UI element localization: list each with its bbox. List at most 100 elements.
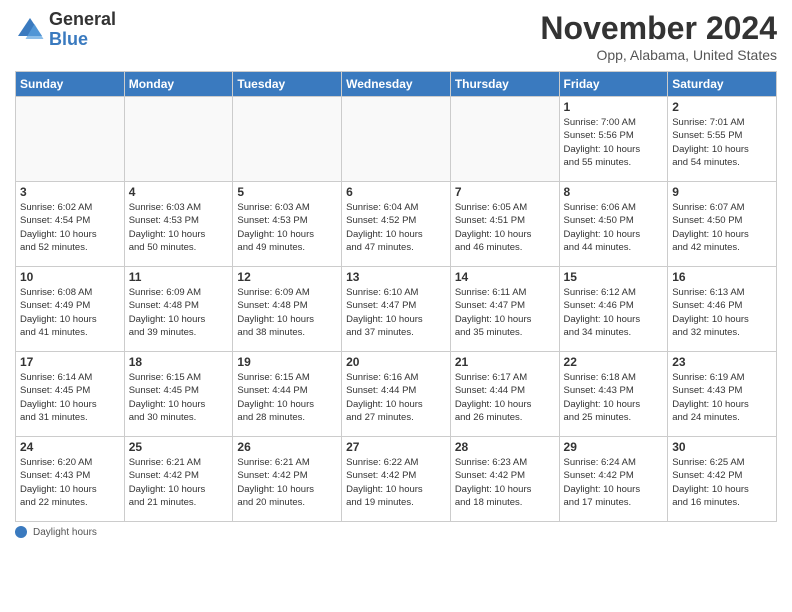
calendar-cell-4-2: 26 Sunrise: 6:21 AM Sunset: 4:42 PM Dayli… <box>233 437 342 522</box>
day-number: 10 <box>20 270 120 284</box>
day-number: 24 <box>20 440 120 454</box>
weekday-header-wednesday: Wednesday <box>342 72 451 97</box>
title-block: November 2024 Opp, Alabama, United State… <box>540 10 777 63</box>
day-number: 26 <box>237 440 337 454</box>
calendar-cell-0-1 <box>124 97 233 182</box>
calendar-cell-0-5: 1Sunrise: 7:00 AM Sunset: 5:56 PM Daylig… <box>559 97 668 182</box>
day-info: Sunrise: 6:06 AM Sunset: 4:50 PM Dayligh… <box>564 201 664 254</box>
day-number: 29 <box>564 440 664 454</box>
day-number: 1 <box>564 100 664 114</box>
day-info: Sunrise: 6:19 AM Sunset: 4:43 PM Dayligh… <box>672 371 772 424</box>
day-info: Sunrise: 7:01 AM Sunset: 5:55 PM Dayligh… <box>672 116 772 169</box>
calendar-week-0: 1Sunrise: 7:00 AM Sunset: 5:56 PM Daylig… <box>16 97 777 182</box>
page-container: General Blue November 2024 Opp, Alabama,… <box>0 0 792 612</box>
calendar-week-1: 3Sunrise: 6:02 AM Sunset: 4:54 PM Daylig… <box>16 182 777 267</box>
day-info: Sunrise: 6:09 AM Sunset: 4:48 PM Dayligh… <box>237 286 337 339</box>
day-number: 5 <box>237 185 337 199</box>
weekday-header-saturday: Saturday <box>668 72 777 97</box>
day-info: Sunrise: 6:09 AM Sunset: 4:48 PM Dayligh… <box>129 286 229 339</box>
day-info: Sunrise: 6:16 AM Sunset: 4:44 PM Dayligh… <box>346 371 446 424</box>
day-number: 17 <box>20 355 120 369</box>
day-number: 21 <box>455 355 555 369</box>
weekday-header-tuesday: Tuesday <box>233 72 342 97</box>
day-info: Sunrise: 6:12 AM Sunset: 4:46 PM Dayligh… <box>564 286 664 339</box>
footer-dot <box>15 526 27 538</box>
calendar-cell-3-3: 20 Sunrise: 6:16 AM Sunset: 4:44 PM Dayli… <box>342 352 451 437</box>
day-info: Sunrise: 6:03 AM Sunset: 4:53 PM Dayligh… <box>237 201 337 254</box>
day-info: Sunrise: 6:02 AM Sunset: 4:54 PM Dayligh… <box>20 201 120 254</box>
day-info: Sunrise: 6:25 AM Sunset: 4:42 PM Dayligh… <box>672 456 772 509</box>
calendar-cell-2-2: 12 Sunrise: 6:09 AM Sunset: 4:48 PM Dayli… <box>233 267 342 352</box>
logo-text: General Blue <box>49 10 116 50</box>
calendar-cell-1-6: 9 Sunrise: 6:07 AM Sunset: 4:50 PM Daylig… <box>668 182 777 267</box>
day-info: Sunrise: 6:15 AM Sunset: 4:45 PM Dayligh… <box>129 371 229 424</box>
header: General Blue November 2024 Opp, Alabama,… <box>15 10 777 63</box>
calendar-week-3: 17 Sunrise: 6:14 AM Sunset: 4:45 PM Dayli… <box>16 352 777 437</box>
calendar-cell-3-2: 19Sunrise: 6:15 AM Sunset: 4:44 PM Dayli… <box>233 352 342 437</box>
calendar-cell-3-6: 23 Sunrise: 6:19 AM Sunset: 4:43 PM Dayli… <box>668 352 777 437</box>
day-info: Sunrise: 6:21 AM Sunset: 4:42 PM Dayligh… <box>237 456 337 509</box>
day-info: Sunrise: 6:10 AM Sunset: 4:47 PM Dayligh… <box>346 286 446 339</box>
calendar-cell-2-6: 16 Sunrise: 6:13 AM Sunset: 4:46 PM Dayli… <box>668 267 777 352</box>
calendar-cell-4-3: 27Sunrise: 6:22 AM Sunset: 4:42 PM Dayli… <box>342 437 451 522</box>
calendar-cell-2-5: 15Sunrise: 6:12 AM Sunset: 4:46 PM Dayli… <box>559 267 668 352</box>
calendar-cell-1-5: 8 Sunrise: 6:06 AM Sunset: 4:50 PM Daylig… <box>559 182 668 267</box>
day-number: 27 <box>346 440 446 454</box>
day-number: 12 <box>237 270 337 284</box>
month-title: November 2024 <box>540 10 777 47</box>
day-number: 6 <box>346 185 446 199</box>
calendar-cell-2-0: 10 Sunrise: 6:08 AM Sunset: 4:49 PM Dayli… <box>16 267 125 352</box>
day-number: 4 <box>129 185 229 199</box>
day-number: 7 <box>455 185 555 199</box>
calendar-cell-4-4: 28Sunrise: 6:23 AM Sunset: 4:42 PM Dayli… <box>450 437 559 522</box>
calendar-cell-3-1: 18 Sunrise: 6:15 AM Sunset: 4:45 PM Dayli… <box>124 352 233 437</box>
day-number: 18 <box>129 355 229 369</box>
weekday-header-friday: Friday <box>559 72 668 97</box>
day-number: 13 <box>346 270 446 284</box>
day-info: Sunrise: 6:03 AM Sunset: 4:53 PM Dayligh… <box>129 201 229 254</box>
day-info: Sunrise: 6:24 AM Sunset: 4:42 PM Dayligh… <box>564 456 664 509</box>
calendar-cell-4-1: 25Sunrise: 6:21 AM Sunset: 4:42 PM Dayli… <box>124 437 233 522</box>
calendar-cell-0-2 <box>233 97 342 182</box>
day-number: 30 <box>672 440 772 454</box>
day-number: 22 <box>564 355 664 369</box>
location: Opp, Alabama, United States <box>540 47 777 63</box>
weekday-header-thursday: Thursday <box>450 72 559 97</box>
calendar-cell-0-0 <box>16 97 125 182</box>
logo: General Blue <box>15 10 116 50</box>
day-info: Sunrise: 6:07 AM Sunset: 4:50 PM Dayligh… <box>672 201 772 254</box>
footer-note: Daylight hours <box>15 526 777 538</box>
weekday-header-sunday: Sunday <box>16 72 125 97</box>
calendar-header-row: SundayMondayTuesdayWednesdayThursdayFrid… <box>16 72 777 97</box>
calendar-cell-2-3: 13 Sunrise: 6:10 AM Sunset: 4:47 PM Dayli… <box>342 267 451 352</box>
calendar-cell-3-4: 21 Sunrise: 6:17 AM Sunset: 4:44 PM Dayli… <box>450 352 559 437</box>
calendar-cell-1-0: 3Sunrise: 6:02 AM Sunset: 4:54 PM Daylig… <box>16 182 125 267</box>
calendar-cell-2-1: 11 Sunrise: 6:09 AM Sunset: 4:48 PM Dayli… <box>124 267 233 352</box>
logo-icon <box>15 15 45 45</box>
day-number: 20 <box>346 355 446 369</box>
day-number: 11 <box>129 270 229 284</box>
day-number: 9 <box>672 185 772 199</box>
day-info: Sunrise: 6:13 AM Sunset: 4:46 PM Dayligh… <box>672 286 772 339</box>
weekday-header-monday: Monday <box>124 72 233 97</box>
calendar-cell-1-4: 7Sunrise: 6:05 AM Sunset: 4:51 PM Daylig… <box>450 182 559 267</box>
calendar-cell-3-0: 17 Sunrise: 6:14 AM Sunset: 4:45 PM Dayli… <box>16 352 125 437</box>
day-info: Sunrise: 6:11 AM Sunset: 4:47 PM Dayligh… <box>455 286 555 339</box>
day-info: Sunrise: 6:23 AM Sunset: 4:42 PM Dayligh… <box>455 456 555 509</box>
day-number: 23 <box>672 355 772 369</box>
calendar-week-4: 24 Sunrise: 6:20 AM Sunset: 4:43 PM Dayli… <box>16 437 777 522</box>
calendar-cell-1-2: 5 Sunrise: 6:03 AM Sunset: 4:53 PM Daylig… <box>233 182 342 267</box>
calendar-table: SundayMondayTuesdayWednesdayThursdayFrid… <box>15 71 777 522</box>
day-number: 16 <box>672 270 772 284</box>
calendar-cell-1-3: 6 Sunrise: 6:04 AM Sunset: 4:52 PM Daylig… <box>342 182 451 267</box>
day-info: Sunrise: 6:17 AM Sunset: 4:44 PM Dayligh… <box>455 371 555 424</box>
calendar-cell-3-5: 22 Sunrise: 6:18 AM Sunset: 4:43 PM Dayli… <box>559 352 668 437</box>
calendar-cell-4-6: 30 Sunrise: 6:25 AM Sunset: 4:42 PM Dayli… <box>668 437 777 522</box>
day-number: 8 <box>564 185 664 199</box>
day-info: Sunrise: 6:20 AM Sunset: 4:43 PM Dayligh… <box>20 456 120 509</box>
day-info: Sunrise: 6:18 AM Sunset: 4:43 PM Dayligh… <box>564 371 664 424</box>
day-info: Sunrise: 6:15 AM Sunset: 4:44 PM Dayligh… <box>237 371 337 424</box>
day-info: Sunrise: 6:08 AM Sunset: 4:49 PM Dayligh… <box>20 286 120 339</box>
day-info: Sunrise: 6:14 AM Sunset: 4:45 PM Dayligh… <box>20 371 120 424</box>
day-info: Sunrise: 6:04 AM Sunset: 4:52 PM Dayligh… <box>346 201 446 254</box>
